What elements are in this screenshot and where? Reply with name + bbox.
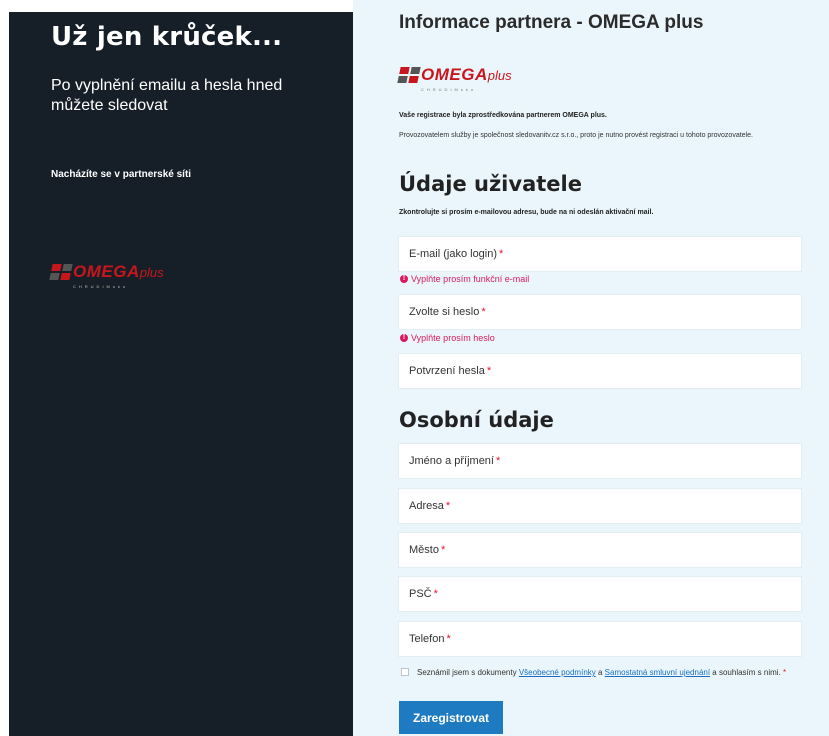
required-mark: *: [445, 500, 451, 512]
required-mark: *: [440, 544, 446, 556]
name-label: Jméno a příjmení: [409, 455, 494, 467]
intro-subtitle: Po vyplnění emailu a hesla hned můžete s…: [51, 77, 283, 114]
consent-text-middle: a: [595, 668, 605, 677]
logo-squares-icon: [49, 264, 73, 280]
required-mark: *: [499, 248, 504, 260]
error-icon: !: [400, 275, 408, 283]
terms-checkbox[interactable]: [401, 668, 409, 676]
password-field[interactable]: Zvolte si heslo *: [398, 294, 802, 330]
password-confirm-field[interactable]: Potvrzení hesla *: [398, 353, 802, 389]
zip-field[interactable]: PSČ *: [398, 576, 802, 612]
user-section-title: Údaje uživatele: [399, 172, 582, 196]
email-field[interactable]: E-mail (jako login) *: [398, 236, 802, 272]
email-check-note: Zkontrolujte si prosím e-mailovou adresu…: [399, 209, 654, 216]
intro-panel: Už jen krůček... Po vyplnění emailu a he…: [9, 12, 353, 736]
address-field[interactable]: Adresa *: [398, 488, 802, 524]
logo-plus: plus: [139, 264, 164, 280]
logo-plus: plus: [487, 67, 512, 83]
logo-tagline: CHRUDIMsko: [421, 86, 477, 92]
error-icon: !: [400, 334, 408, 342]
email-error-text: Vyplňte prosím funkční e-mail: [411, 274, 530, 284]
city-label: Město: [409, 544, 439, 556]
contract-terms-link[interactable]: Samostatná smluvní ujednání: [605, 668, 710, 677]
provider-note: Provozovatelem služby je společnost sled…: [399, 132, 753, 139]
partner-info-title: Informace partnera - OMEGA plus: [399, 12, 704, 33]
partner-network-note: Nacházíte se v partnerské síti: [51, 169, 192, 180]
password-error: ! Vyplňte prosím heslo: [400, 333, 495, 343]
phone-label: Telefon: [409, 633, 445, 645]
logo-squares-icon: [397, 67, 421, 83]
omega-plus-logo: OMEGAplus CHRUDIMsko: [49, 262, 164, 289]
consent-text-after: a souhlasím s nimi.: [710, 668, 783, 677]
general-terms-link[interactable]: Všeobecné podmínky: [519, 668, 596, 677]
omega-plus-logo: OMEGAplus CHRUDIMsko: [397, 65, 512, 92]
city-field[interactable]: Město *: [398, 532, 802, 568]
password-confirm-label: Potvrzení hesla: [409, 365, 485, 377]
required-mark: *: [446, 633, 451, 645]
required-mark: *: [783, 668, 787, 677]
consent-text-before: Seznámil jsem s dokumenty: [417, 668, 519, 677]
name-field[interactable]: Jméno a příjmení *: [398, 443, 802, 479]
required-mark: *: [481, 306, 486, 318]
required-mark: *: [495, 455, 501, 467]
password-error-text: Vyplňte prosím heslo: [411, 333, 495, 343]
personal-section-title: Osobní údaje: [399, 408, 554, 432]
email-error: ! Vyplňte prosím funkční e-mail: [400, 274, 529, 284]
registration-note: Vaše registrace byla zprostředkována par…: [399, 112, 607, 119]
logo-tagline: CHRUDIMsko: [73, 283, 129, 289]
phone-field[interactable]: Telefon *: [398, 621, 802, 657]
intro-title: Už jen krůček...: [51, 22, 283, 52]
terms-consent: Seznámil jsem s dokumenty Všeobecné podm…: [401, 667, 801, 679]
registration-panel: Informace partnera - OMEGA plus OMEGAplu…: [353, 0, 829, 736]
email-label: E-mail (jako login): [409, 248, 498, 260]
address-label: Adresa: [409, 500, 444, 512]
required-mark: *: [433, 588, 438, 600]
register-button[interactable]: Zaregistrovat: [399, 701, 503, 734]
required-mark: *: [486, 365, 492, 377]
zip-label: PSČ: [409, 588, 432, 600]
password-label: Zvolte si heslo: [409, 306, 480, 318]
